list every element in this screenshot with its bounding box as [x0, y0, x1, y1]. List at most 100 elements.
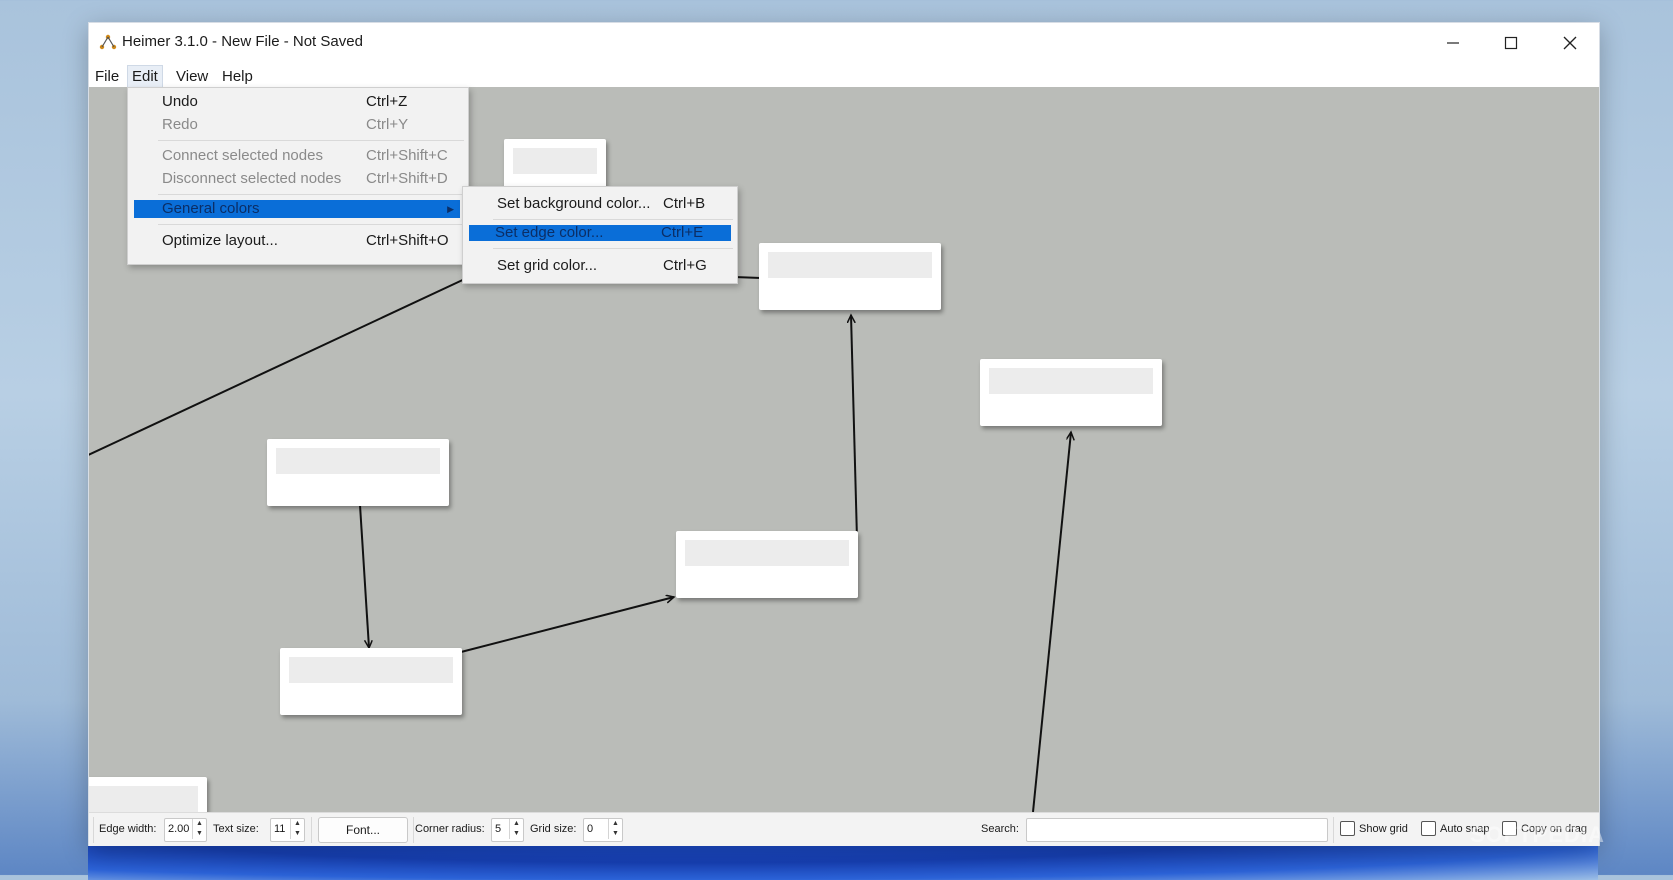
- menu-item-label: Disconnect selected nodes: [162, 170, 342, 187]
- menu-item-shortcut: Ctrl+E: [661, 224, 704, 241]
- node-text-field[interactable]: [685, 540, 849, 566]
- submenu-arrow-icon: ▶: [447, 204, 454, 214]
- spin-down-icon[interactable]: ▼: [193, 829, 206, 839]
- toolbar-separator: [93, 817, 94, 843]
- grid-size-label: Grid size:: [530, 823, 577, 835]
- menu-help[interactable]: Help: [218, 66, 257, 88]
- toolbar-separator: [311, 817, 312, 843]
- node-text-field[interactable]: [989, 368, 1153, 394]
- edit-menu: Undo Ctrl+Z Redo Ctrl+Y Connect selected…: [127, 87, 469, 265]
- menu-item-shortcut: Ctrl+Y: [366, 116, 409, 133]
- grid-size-value: 0: [587, 823, 594, 835]
- general-colors-submenu: Set background color... Ctrl+B Set edge …: [462, 186, 738, 284]
- node-text-field[interactable]: [768, 252, 932, 278]
- menu-separator: [158, 140, 464, 141]
- spin-arrows[interactable]: ▲ ▼: [192, 819, 206, 839]
- mind-map-node[interactable]: [980, 359, 1162, 426]
- menu-item-optimize-layout[interactable]: Optimize layout... Ctrl+Shift+O: [130, 229, 466, 252]
- maximize-button[interactable]: [1482, 23, 1540, 63]
- node-text-field[interactable]: [89, 786, 198, 812]
- menu-separator: [493, 248, 733, 249]
- menu-item-redo[interactable]: Redo Ctrl+Y: [130, 113, 466, 136]
- window-title: Heimer 3.1.0 - New File - Not Saved: [122, 33, 363, 50]
- edge[interactable]: [460, 597, 674, 653]
- spin-arrows[interactable]: ▲ ▼: [608, 819, 622, 839]
- spin-arrows[interactable]: ▲ ▼: [290, 819, 304, 839]
- edge-width-label: Edge width:: [99, 823, 157, 835]
- watermark-text: SOFTPEDIA: [1470, 822, 1605, 847]
- edge[interactable]: [1032, 432, 1071, 812]
- menu-separator: [493, 219, 733, 220]
- node-text-field[interactable]: [513, 148, 597, 174]
- menu-separator: [158, 194, 464, 195]
- spin-up-icon[interactable]: ▲: [609, 819, 622, 829]
- menu-item-disconnect-nodes[interactable]: Disconnect selected nodes Ctrl+Shift+D: [130, 167, 466, 190]
- mind-map-node[interactable]: [89, 777, 207, 812]
- menu-bar: File Edit View Help: [89, 63, 1599, 89]
- menu-item-connect-nodes[interactable]: Connect selected nodes Ctrl+Shift+C: [130, 144, 466, 167]
- desktop-wallpaper: [88, 840, 1598, 880]
- menu-edit[interactable]: Edit: [127, 65, 163, 89]
- mind-map-node[interactable]: [759, 243, 941, 310]
- mind-map-node[interactable]: [676, 531, 858, 598]
- search-input[interactable]: [1026, 818, 1328, 842]
- toolbar-separator: [413, 817, 414, 843]
- corner-radius-spinbox[interactable]: 5 ▲ ▼: [491, 818, 524, 842]
- menu-item-label: Set background color...: [497, 195, 651, 212]
- spin-up-icon[interactable]: ▲: [193, 819, 206, 829]
- text-size-spinbox[interactable]: 11 ▲ ▼: [270, 818, 305, 842]
- menu-item-set-background-color[interactable]: Set background color... Ctrl+B: [465, 192, 735, 215]
- spin-down-icon[interactable]: ▼: [609, 829, 622, 839]
- menu-item-shortcut: Ctrl+B: [663, 195, 706, 212]
- menu-item-shortcut: Ctrl+Shift+C: [366, 147, 448, 164]
- app-window: Heimer 3.1.0 - New File - Not Saved File…: [88, 22, 1600, 846]
- edge-width-spinbox[interactable]: 2.00 ▲ ▼: [164, 818, 207, 842]
- menu-item-label: Set grid color...: [497, 257, 598, 274]
- spin-arrows[interactable]: ▲ ▼: [509, 819, 523, 839]
- node-text-field[interactable]: [276, 448, 440, 474]
- toolbar-separator: [1333, 817, 1334, 843]
- edge[interactable]: [733, 276, 762, 279]
- show-grid-checkbox[interactable]: [1340, 821, 1355, 836]
- spin-up-icon[interactable]: ▲: [291, 819, 304, 829]
- menu-item-set-grid-color[interactable]: Set grid color... Ctrl+G: [465, 254, 735, 277]
- close-button[interactable]: [1541, 23, 1599, 63]
- edge-width-value: 2.00: [168, 823, 190, 835]
- node-text-field[interactable]: [289, 657, 453, 683]
- spin-down-icon[interactable]: ▼: [510, 829, 523, 839]
- menu-item-shortcut: Ctrl+G: [663, 257, 707, 274]
- menu-item-undo[interactable]: Undo Ctrl+Z: [130, 90, 466, 113]
- heimer-app-icon: [99, 34, 117, 50]
- auto-snap-checkbox[interactable]: [1421, 821, 1436, 836]
- menu-item-general-colors[interactable]: General colors ▶: [134, 200, 460, 218]
- show-grid-label: Show grid: [1359, 823, 1408, 835]
- font-button[interactable]: Font...: [318, 817, 408, 843]
- menu-item-shortcut: Ctrl+Z: [366, 93, 408, 110]
- menu-item-label: Undo: [162, 93, 198, 110]
- spin-down-icon[interactable]: ▼: [291, 829, 304, 839]
- menu-item-set-edge-color[interactable]: Set edge color... Ctrl+E: [469, 225, 731, 241]
- maximize-icon: [1504, 36, 1518, 50]
- menu-file[interactable]: File: [91, 66, 123, 88]
- edge[interactable]: [851, 315, 858, 540]
- spin-up-icon[interactable]: ▲: [510, 819, 523, 829]
- bottom-toolbar: Edge width: 2.00 ▲ ▼ Text size: 11 ▲ ▼ Fon…: [89, 812, 1599, 846]
- menu-item-label: Redo: [162, 116, 198, 133]
- menu-item-shortcut: Ctrl+Shift+D: [366, 170, 448, 187]
- edge[interactable]: [358, 488, 369, 648]
- menu-item-shortcut: Ctrl+Shift+O: [366, 232, 449, 249]
- menu-view[interactable]: View: [172, 66, 212, 88]
- menu-item-label: General colors: [162, 200, 260, 217]
- menu-item-label: Connect selected nodes: [162, 147, 323, 164]
- text-size-value: 11: [274, 823, 286, 835]
- edge[interactable]: [89, 276, 470, 457]
- text-size-label: Text size:: [213, 823, 259, 835]
- minimize-button[interactable]: [1424, 23, 1482, 63]
- title-bar[interactable]: Heimer 3.1.0 - New File - Not Saved: [89, 23, 1599, 63]
- grid-size-spinbox[interactable]: 0 ▲ ▼: [583, 818, 623, 842]
- minimize-icon: [1447, 42, 1459, 44]
- menu-separator: [158, 224, 464, 225]
- mind-map-node[interactable]: [267, 439, 449, 506]
- search-label: Search:: [981, 823, 1019, 835]
- mind-map-node[interactable]: [280, 648, 462, 715]
